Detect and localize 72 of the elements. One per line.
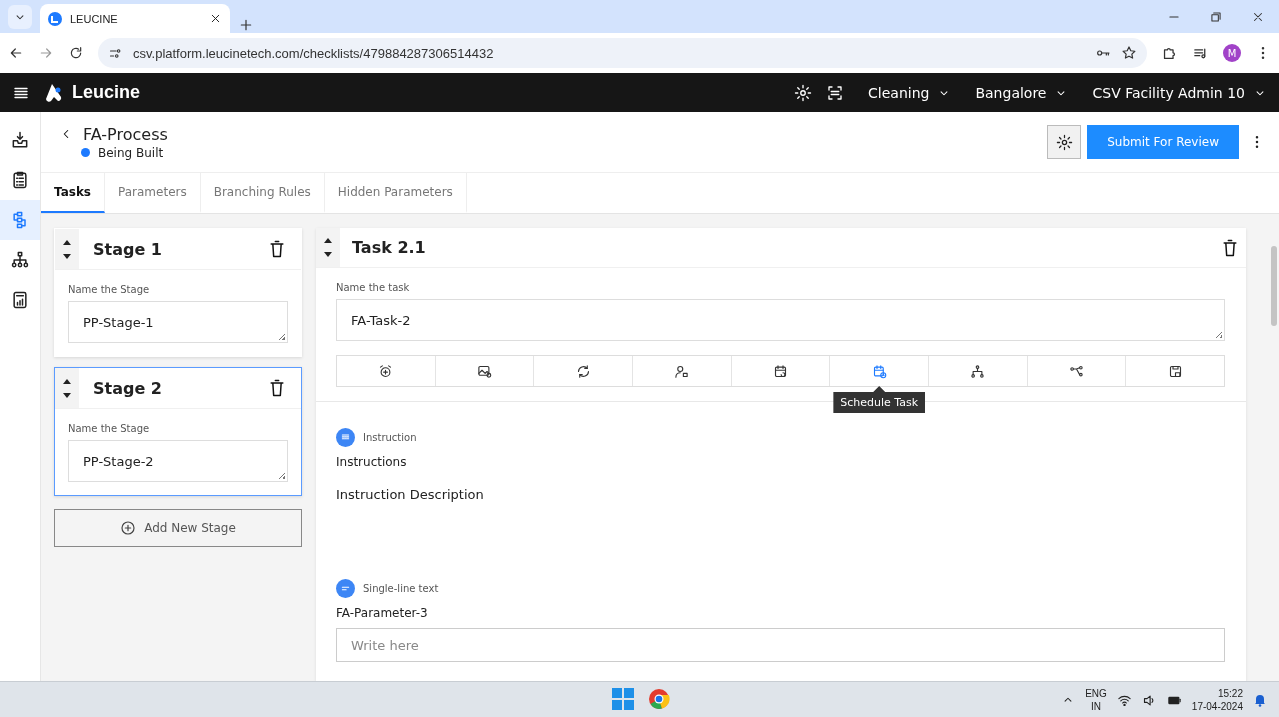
scrollbar-thumb[interactable]: [1271, 246, 1277, 326]
image-icon: [477, 363, 492, 379]
header-dropdown[interactable]: Bangalore: [975, 84, 1069, 101]
alarm-plus-icon: [378, 363, 394, 379]
clock[interactable]: 15:22 17-04-2024: [1191, 687, 1243, 713]
url-text: csv.platform.leucinetech.com/checklists/479884287306514432: [133, 45, 495, 61]
inbox-icon: [10, 130, 30, 150]
address-bar[interactable]: csv.platform.leucinetech.com/checklists/479884287306514432: [98, 38, 1147, 68]
calendar-refresh-icon: [773, 363, 788, 379]
share-nodes-icon: [1069, 363, 1085, 379]
parameter-type: Single-line text: [363, 583, 439, 594]
field-label: Name the task: [336, 282, 411, 293]
checklist-icon: [10, 170, 30, 190]
header-dropdown[interactable]: Cleaning: [868, 84, 952, 101]
text-input-field[interactable]: Write here: [336, 628, 1225, 662]
header-dropdown[interactable]: CSV Facility Admin 10: [1092, 84, 1267, 101]
parameter-name: Instructions: [336, 455, 408, 469]
forward-icon[interactable]: [38, 45, 54, 61]
settings-icon[interactable]: [794, 83, 813, 102]
brand-name: Leucine: [72, 82, 141, 103]
calendar-clock-icon: [871, 363, 887, 379]
language-indicator[interactable]: ENG IN: [1085, 687, 1107, 713]
tab-title: LEUCINE: [70, 12, 119, 25]
move-up-icon[interactable]: [62, 238, 72, 245]
profile-avatar[interactable]: M: [1223, 44, 1241, 62]
browser-icon[interactable]: [648, 688, 670, 710]
notification-bell-icon[interactable]: [1253, 693, 1267, 707]
task-title: Task 2.1: [351, 238, 427, 257]
new-tab-icon[interactable]: [238, 17, 254, 33]
star-icon[interactable]: [1121, 45, 1137, 61]
instruction-description: Instruction Description: [336, 487, 485, 504]
scan-icon[interactable]: [826, 83, 845, 102]
close-icon[interactable]: [209, 12, 222, 25]
hierarchy-icon: [10, 250, 30, 270]
hierarchy-icon: [970, 363, 986, 379]
move-down-icon[interactable]: [62, 392, 72, 399]
user-lock-icon: [674, 363, 690, 379]
move-down-icon[interactable]: [323, 252, 333, 258]
site-logo-icon: [48, 11, 62, 26]
close-icon[interactable]: [1251, 10, 1265, 24]
stage-card[interactable]: Stage 1 Name the Stage PP-Stage-1: [54, 228, 302, 357]
field-label: Name the Stage: [68, 423, 151, 434]
browser-tab[interactable]: LEUCINE: [40, 4, 230, 33]
stage-title: Stage 2: [92, 378, 163, 398]
stage-name-field[interactable]: PP-Stage-2: [68, 440, 288, 482]
stage-title: Stage 1: [92, 239, 163, 259]
stage-card[interactable]: Stage 2 Name the Stage PP-Stage-2: [54, 367, 302, 496]
brand-logo-icon: [44, 82, 64, 103]
stage-name-field[interactable]: PP-Stage-1: [68, 301, 288, 343]
field-label: Name the Stage: [68, 284, 151, 295]
save-lock-icon: [1167, 363, 1183, 379]
move-down-icon[interactable]: [62, 253, 72, 260]
report-icon: [10, 290, 30, 310]
parameter-type: Instruction: [363, 432, 417, 443]
page-title: FA-Process: [83, 124, 168, 144]
settings-icon: [1055, 133, 1073, 151]
tab[interactable]: Tasks: [41, 173, 105, 213]
settings-button[interactable]: [1047, 125, 1082, 159]
start-icon[interactable]: [612, 688, 634, 710]
parameter-name: FA-Parameter-3: [336, 606, 429, 620]
reload-icon[interactable]: [68, 45, 84, 61]
add-stage-button[interactable]: Add New Stage: [54, 509, 302, 547]
back-icon[interactable]: [8, 45, 24, 61]
move-up-icon[interactable]: [62, 377, 72, 384]
status-text: Being Built: [98, 145, 164, 160]
refresh-icon: [575, 363, 591, 379]
task-name-field[interactable]: FA-Task-2: [336, 299, 1225, 341]
tooltip: Schedule Task: [833, 386, 926, 413]
plus-circle-icon: [120, 520, 137, 536]
move-up-icon[interactable]: [323, 237, 333, 243]
status-dot: [81, 148, 90, 157]
restore-icon[interactable]: [1209, 10, 1223, 24]
